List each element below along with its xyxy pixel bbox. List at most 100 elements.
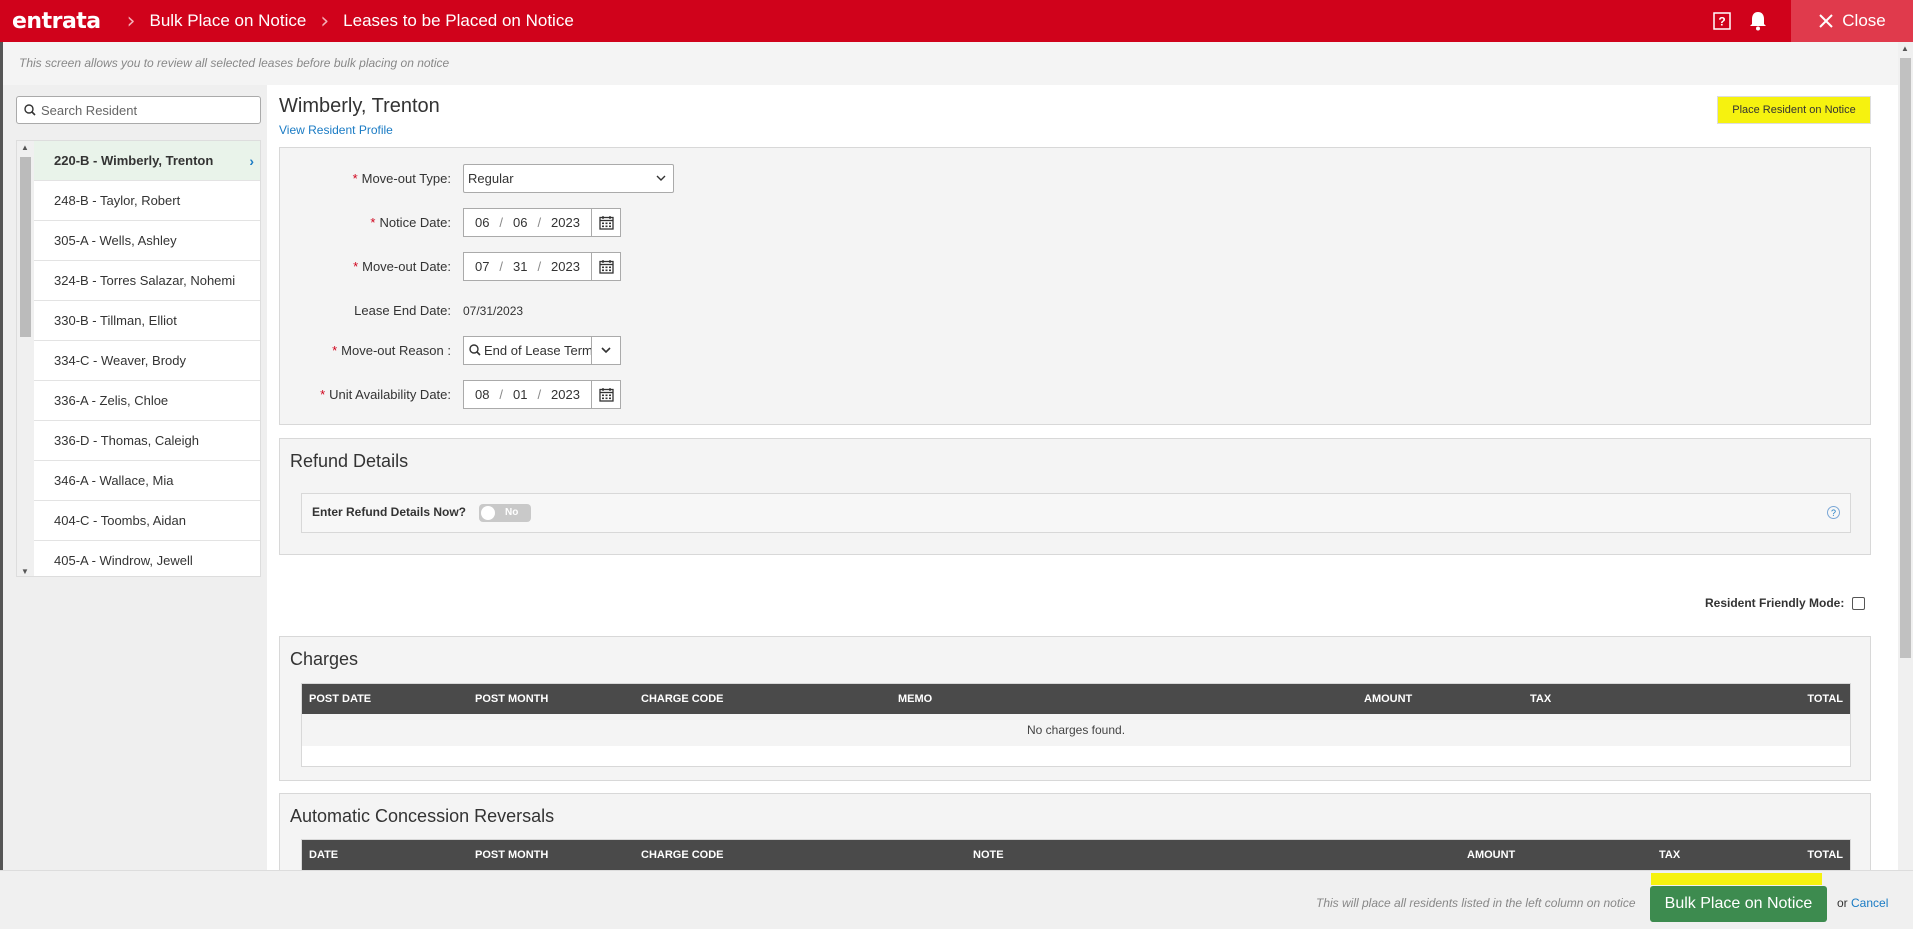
move-out-type-row: * Move-out Type: Regular xyxy=(280,162,880,194)
refund-toggle-row: Enter Refund Details Now? No ? xyxy=(301,493,1851,533)
scrollbar-thumb[interactable] xyxy=(1900,58,1911,658)
move-out-type-label: Move-out Type: xyxy=(361,170,451,186)
col-total[interactable]: TOTAL xyxy=(1807,693,1843,705)
resident-friendly-mode-checkbox[interactable] xyxy=(1852,596,1866,610)
resident-list-item-label: 220-B - Wimberly, Trenton xyxy=(54,153,214,168)
chevron-down-icon[interactable] xyxy=(591,335,621,365)
move-out-date-picker[interactable]: 07/ 31/ 2023 xyxy=(463,251,621,281)
charges-table-header: POST DATE POST MONTH CHARGE CODE MEMO AM… xyxy=(302,684,1850,714)
breadcrumb-bulk-place[interactable]: Bulk Place on Notice xyxy=(149,11,306,31)
col-amount[interactable]: AMOUNT xyxy=(1364,693,1412,705)
col-date[interactable]: DATE xyxy=(309,849,338,861)
col-amount[interactable]: AMOUNT xyxy=(1467,849,1515,861)
move-out-reason-label: Move-out Reason : xyxy=(341,342,451,358)
view-resident-profile-link[interactable]: View Resident Profile xyxy=(279,123,393,137)
bell-icon[interactable] xyxy=(1747,10,1769,32)
resident-list-item[interactable]: 346-A - Wallace, Mia xyxy=(34,461,260,501)
unit-availability-date-year[interactable]: 2023 xyxy=(551,387,580,402)
resident-sidebar: ▲ ▼ 220-B - Wimberly, Trenton › 248-B - Ta… xyxy=(0,85,267,870)
calendar-icon[interactable] xyxy=(591,207,621,237)
refund-details-section: Refund Details Enter Refund Details Now?… xyxy=(279,438,1871,555)
notice-date-label: Notice Date: xyxy=(379,214,451,230)
resident-list-item[interactable]: 404-C - Toombs, Aidan xyxy=(34,501,260,541)
calendar-icon[interactable] xyxy=(591,379,621,409)
resident-friendly-mode: Resident Friendly Mode: xyxy=(1705,596,1866,610)
scroll-down-icon[interactable]: ▼ xyxy=(21,567,29,576)
close-button[interactable]: Close xyxy=(1791,0,1913,42)
no-charges-message: No charges found. xyxy=(302,714,1850,746)
search-resident-input[interactable] xyxy=(41,102,251,118)
page-scrollbar[interactable]: ▲ xyxy=(1898,42,1913,870)
resident-name-heading: Wimberly, Trenton xyxy=(279,95,440,117)
help-icon[interactable]: ? xyxy=(1711,10,1733,32)
resident-list-item[interactable]: 220-B - Wimberly, Trenton › xyxy=(34,141,260,181)
help-icon[interactable]: ? xyxy=(1827,506,1840,519)
resident-list-item[interactable]: 330-B - Tillman, Elliot xyxy=(34,301,260,341)
unit-availability-date-day[interactable]: 01 xyxy=(513,387,527,402)
calendar-icon[interactable] xyxy=(591,251,621,281)
move-out-date-day[interactable]: 31 xyxy=(513,259,527,274)
notice-date-picker[interactable]: 06/ 06/ 2023 xyxy=(463,207,621,237)
close-icon xyxy=(1819,14,1833,28)
col-post-date[interactable]: POST DATE xyxy=(309,693,371,705)
charges-title: Charges xyxy=(290,649,359,669)
entrata-logo[interactable]: entrata xyxy=(12,9,101,34)
breadcrumb-leases: Leases to be Placed on Notice xyxy=(343,11,574,30)
resident-list-item[interactable]: 336-A - Zelis, Chloe xyxy=(34,381,260,421)
col-post-month[interactable]: POST MONTH xyxy=(475,693,548,705)
highlight-marker xyxy=(1651,873,1822,885)
col-tax[interactable]: TAX xyxy=(1659,849,1680,861)
resident-list-item[interactable]: 405-A - Windrow, Jewell xyxy=(34,541,260,576)
move-out-reason-value[interactable]: End of Lease Term xyxy=(484,343,591,358)
col-memo[interactable]: MEMO xyxy=(898,693,932,705)
or-text: or xyxy=(1837,896,1848,910)
resident-list-item[interactable]: 336-D - Thomas, Caleigh xyxy=(34,421,260,461)
unit-availability-date-picker[interactable]: 08/ 01/ 2023 xyxy=(463,379,621,409)
bulk-place-on-notice-button[interactable]: Bulk Place on Notice xyxy=(1650,886,1827,922)
scroll-up-icon[interactable]: ▲ xyxy=(1901,44,1909,53)
col-tax[interactable]: TAX xyxy=(1530,693,1551,705)
move-out-form: * Move-out Type: Regular * Notice Date: 06… xyxy=(279,147,1871,425)
move-out-type-select[interactable]: Regular xyxy=(463,163,674,193)
info-strip: This screen allows you to review all sel… xyxy=(0,42,1898,85)
resident-list-item-label: 305-A - Wells, Ashley xyxy=(54,233,177,248)
move-out-date-year[interactable]: 2023 xyxy=(551,259,580,274)
col-charge-code[interactable]: CHARGE CODE xyxy=(641,849,724,861)
lease-end-date-value: 07/31/2023 xyxy=(463,303,524,318)
concession-reversals-header: DATE POST MONTH CHARGE CODE NOTE AMOUNT … xyxy=(302,840,1850,870)
concession-reversals-title: Automatic Concession Reversals xyxy=(290,806,555,826)
move-out-date-month[interactable]: 07 xyxy=(475,259,489,274)
unit-availability-date-label: Unit Availability Date: xyxy=(329,386,451,402)
resident-list-item[interactable]: 248-B - Taylor, Robert xyxy=(34,181,260,221)
col-total[interactable]: TOTAL xyxy=(1807,849,1843,861)
notice-date-day[interactable]: 06 xyxy=(513,215,527,230)
notice-date-month[interactable]: 06 xyxy=(475,215,489,230)
info-text: This screen allows you to review all sel… xyxy=(19,56,450,70)
refund-toggle[interactable]: No xyxy=(479,504,531,522)
search-icon xyxy=(24,104,36,116)
unit-availability-date-month[interactable]: 08 xyxy=(475,387,489,402)
resident-list-item-label: 334-C - Weaver, Brody xyxy=(54,353,186,368)
breadcrumb-separator-icon: › xyxy=(126,8,136,34)
resident-list-item[interactable]: 324-B - Torres Salazar, Nohemi xyxy=(34,261,260,301)
move-out-reason-combobox[interactable]: End of Lease Term xyxy=(463,335,621,365)
scroll-up-icon[interactable]: ▲ xyxy=(21,143,29,152)
col-charge-code[interactable]: CHARGE CODE xyxy=(641,693,724,705)
resident-list-item-label: 405-A - Windrow, Jewell xyxy=(54,553,193,568)
notice-date-year[interactable]: 2023 xyxy=(551,215,580,230)
place-resident-on-notice-button[interactable]: Place Resident on Notice xyxy=(1717,96,1871,124)
cancel-link[interactable]: Cancel xyxy=(1851,896,1888,910)
search-resident-box[interactable] xyxy=(16,96,261,124)
scrollbar-thumb[interactable] xyxy=(20,157,31,337)
col-post-month[interactable]: POST MONTH xyxy=(475,849,548,861)
resident-list: ▲ ▼ 220-B - Wimberly, Trenton › 248-B - Ta… xyxy=(16,140,261,577)
chevron-right-icon: › xyxy=(249,152,254,169)
col-note[interactable]: NOTE xyxy=(973,849,1004,861)
resident-list-item[interactable]: 305-A - Wells, Ashley xyxy=(34,221,260,261)
resident-list-item-label: 330-B - Tillman, Elliot xyxy=(54,313,177,328)
charges-section: Charges POST DATE POST MONTH CHARGE CODE… xyxy=(279,636,1871,781)
resident-list-scrollbar[interactable]: ▲ ▼ xyxy=(17,141,34,576)
resident-list-item-label: 404-C - Toombs, Aidan xyxy=(54,513,186,528)
resident-list-item-label: 336-D - Thomas, Caleigh xyxy=(54,433,199,448)
resident-list-item[interactable]: 334-C - Weaver, Brody xyxy=(34,341,260,381)
